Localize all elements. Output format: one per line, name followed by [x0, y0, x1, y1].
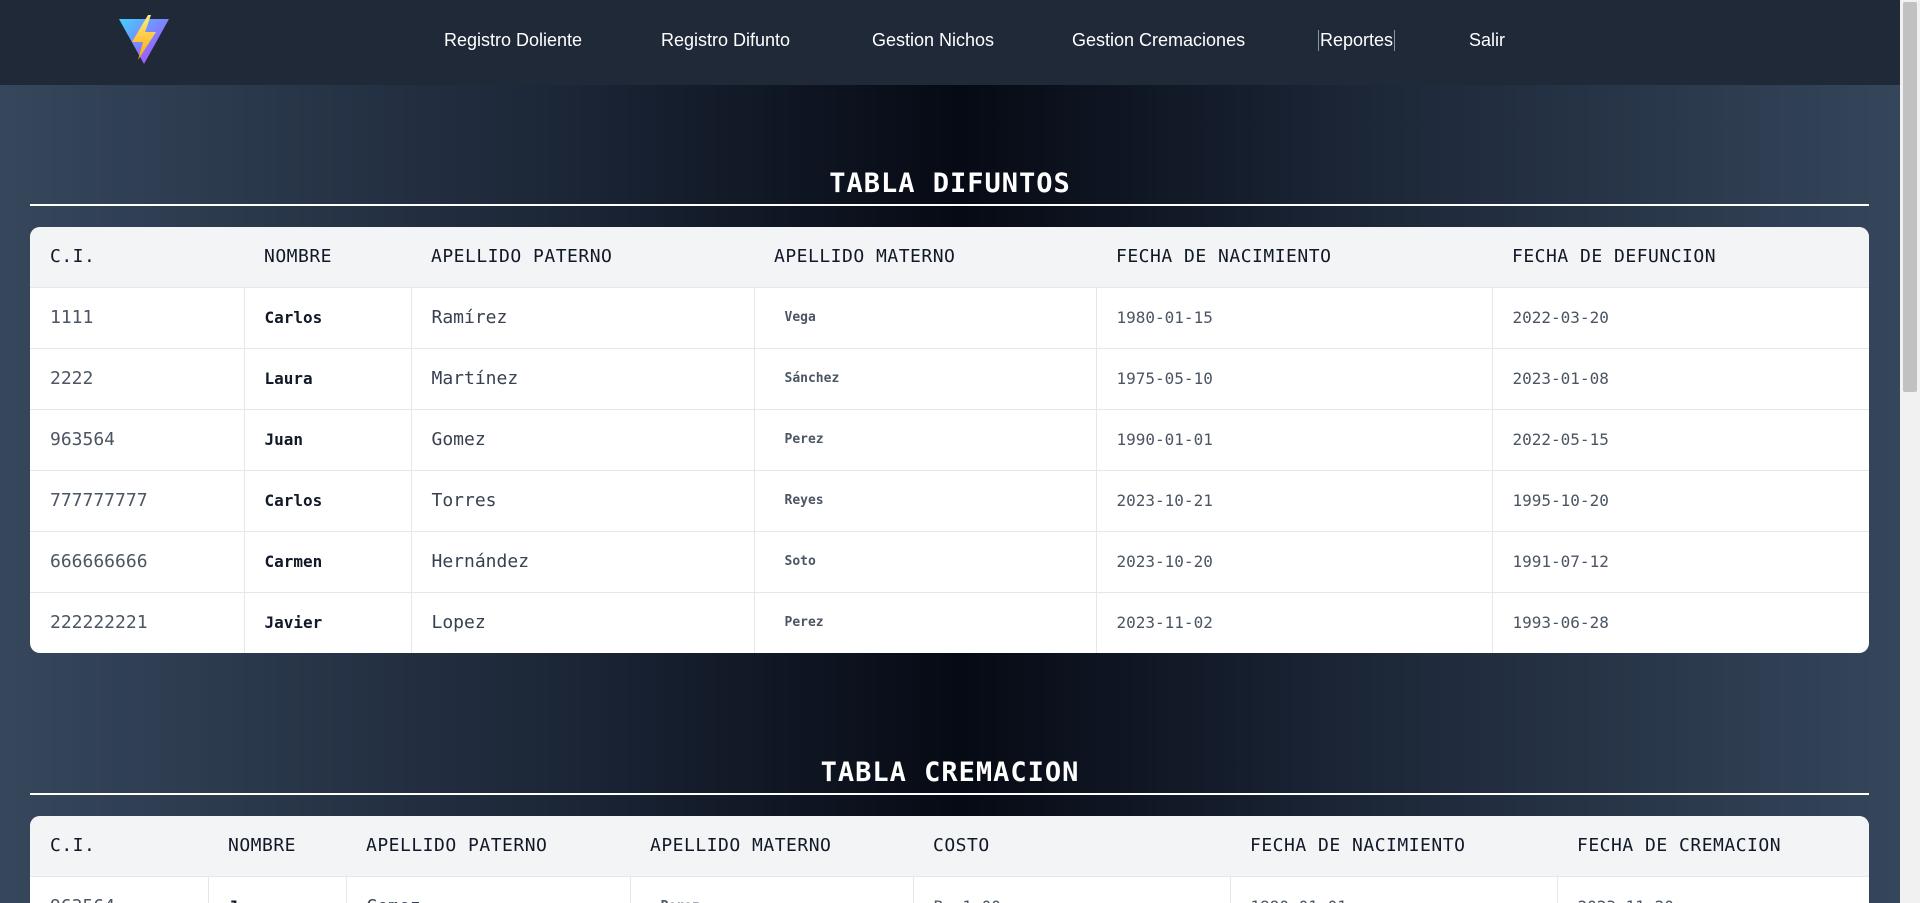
table-row: 666666666 Carmen Hernández Soto 2023-10-…: [30, 531, 1869, 592]
table-row: 963564 Juan Gomez Perez Bs 1.00 1990-01-…: [30, 876, 1869, 903]
cell-fecha-nacimiento: 1990-01-01: [1230, 876, 1558, 903]
difuntos-title: TABLA DIFUNTOS: [829, 168, 1071, 199]
cell-costo: Bs 1.00: [913, 876, 1231, 903]
vite-logo-icon[interactable]: [118, 14, 170, 66]
table-row: 222222221 Javier Lopez Perez 2023-11-02 …: [30, 592, 1869, 653]
cremacion-divider: [30, 793, 1869, 795]
cell-apellido-paterno: Ramírez: [411, 287, 755, 348]
nav-gestion-cremaciones[interactable]: Gestion Cremaciones: [1072, 30, 1245, 51]
difuntos-table: C.I. NOMBRE APELLIDO PATERNO APELLIDO MA…: [30, 227, 1869, 653]
difuntos-header-row: C.I. NOMBRE APELLIDO PATERNO APELLIDO MA…: [30, 227, 1869, 287]
nav-salir[interactable]: Salir: [1469, 30, 1505, 51]
cell-fecha-defuncion: 1991-07-12: [1512, 552, 1609, 571]
scrollbar-thumb[interactable]: [1903, 2, 1917, 392]
cell-apellido-materno: Perez: [754, 409, 1097, 470]
column-header-apellido-materno[interactable]: APELLIDO MATERNO: [630, 816, 913, 876]
cell-fecha-defuncion: 1995-10-20: [1512, 491, 1609, 510]
page-scrollbar[interactable]: [1900, 0, 1920, 903]
nav-reportes[interactable]: Reportes: [1318, 30, 1396, 51]
cell-ci: 222222221: [30, 592, 245, 653]
cell-fecha-nacimiento: 2023-10-20: [1096, 531, 1493, 592]
cell-fecha-nacimiento: 2023-10-21: [1096, 470, 1493, 531]
table-row: 963564 Juan Gomez Perez 1990-01-01 2022-…: [30, 409, 1869, 470]
nav-registro-difunto[interactable]: Registro Difunto: [661, 30, 790, 51]
cell-fecha-nacimiento: 1990-01-01: [1096, 409, 1493, 470]
cell-apellido-materno: Perez: [630, 876, 914, 903]
cell-fecha-cremacion: 2023-11-20: [1557, 876, 1869, 903]
column-header-apellido-paterno[interactable]: APELLIDO PATERNO: [346, 816, 630, 876]
table-row: 2222 Laura Martínez Sánchez 1975-05-10 2…: [30, 348, 1869, 409]
cremacion-header-row: C.I. NOMBRE APELLIDO PATERNO APELLIDO MA…: [30, 816, 1869, 876]
nav-gestion-nichos[interactable]: Gestion Nichos: [872, 30, 994, 51]
cell-nombre: Carlos: [244, 470, 412, 531]
cell-apellido-paterno: Martínez: [411, 348, 755, 409]
cell-nombre: Carmen: [244, 531, 412, 592]
cell-ci: 2222: [30, 348, 245, 409]
cell-nombre: Juan: [244, 409, 412, 470]
cell-apellido-materno: Sánchez: [754, 348, 1097, 409]
cell-apellido-paterno: Gomez: [346, 876, 631, 903]
table-row: 777777777 Carlos Torres Reyes 2023-10-21…: [30, 470, 1869, 531]
nav-registro-doliente[interactable]: Registro Doliente: [444, 30, 582, 51]
cell-apellido-paterno: Torres: [411, 470, 755, 531]
cell-ci: 963564: [30, 409, 245, 470]
table-row: 1111 Carlos Ramírez Vega 1980-01-15 2022…: [30, 287, 1869, 348]
cremacion-table: C.I. NOMBRE APELLIDO PATERNO APELLIDO MA…: [30, 816, 1869, 903]
cell-fecha-defuncion: 1993-06-28: [1512, 613, 1609, 633]
cell-fecha-defuncion: 2022-03-20: [1512, 308, 1609, 327]
difuntos-divider: [30, 204, 1869, 206]
column-header-fecha-cremacion[interactable]: FECHA DE CREMACION: [1557, 816, 1869, 876]
cell-fecha-nacimiento: 1975-05-10: [1096, 348, 1493, 409]
cell-apellido-materno: Reyes: [754, 470, 1097, 531]
cell-apellido-materno: Vega: [754, 287, 1097, 348]
column-header-nombre[interactable]: NOMBRE: [244, 227, 411, 287]
column-header-fecha-defuncion[interactable]: FECHA DE DEFUNCION: [1492, 227, 1869, 287]
cell-ci: 777777777: [30, 470, 245, 531]
cell-nombre: Javier: [244, 592, 412, 653]
cell-nombre: Juan: [208, 876, 347, 903]
cell-apellido-paterno: Lopez: [411, 592, 755, 653]
cell-nombre: Carlos: [244, 287, 412, 348]
column-header-ci[interactable]: C.I.: [30, 227, 244, 287]
cell-fecha-defuncion: 2023-01-08: [1512, 369, 1609, 388]
cell-ci: 1111: [30, 287, 245, 348]
top-navbar: Registro Doliente Registro Difunto Gesti…: [0, 0, 1900, 85]
cell-nombre: Laura: [244, 348, 412, 409]
column-header-nombre[interactable]: NOMBRE: [208, 816, 346, 876]
column-header-costo[interactable]: COSTO: [913, 816, 1230, 876]
column-header-apellido-paterno[interactable]: APELLIDO PATERNO: [411, 227, 754, 287]
column-header-ci[interactable]: C.I.: [30, 816, 208, 876]
column-header-apellido-materno[interactable]: APELLIDO MATERNO: [754, 227, 1096, 287]
column-header-fecha-nacimiento[interactable]: FECHA DE NACIMIENTO: [1096, 227, 1492, 287]
column-header-fecha-nacimiento[interactable]: FECHA DE NACIMIENTO: [1230, 816, 1557, 876]
cell-apellido-materno: Perez: [754, 592, 1097, 653]
cell-fecha-nacimiento: 2023-11-02: [1096, 592, 1493, 653]
cell-fecha-defuncion: 2022-05-15: [1512, 430, 1609, 449]
cell-apellido-paterno: Hernández: [411, 531, 755, 592]
cell-apellido-materno: Soto: [754, 531, 1097, 592]
cell-fecha-nacimiento: 1980-01-15: [1096, 287, 1493, 348]
cell-ci: 666666666: [30, 531, 245, 592]
cell-apellido-paterno: Gomez: [411, 409, 755, 470]
cremacion-title: TABLA CREMACION: [820, 757, 1080, 788]
cell-ci: 963564: [30, 876, 209, 903]
